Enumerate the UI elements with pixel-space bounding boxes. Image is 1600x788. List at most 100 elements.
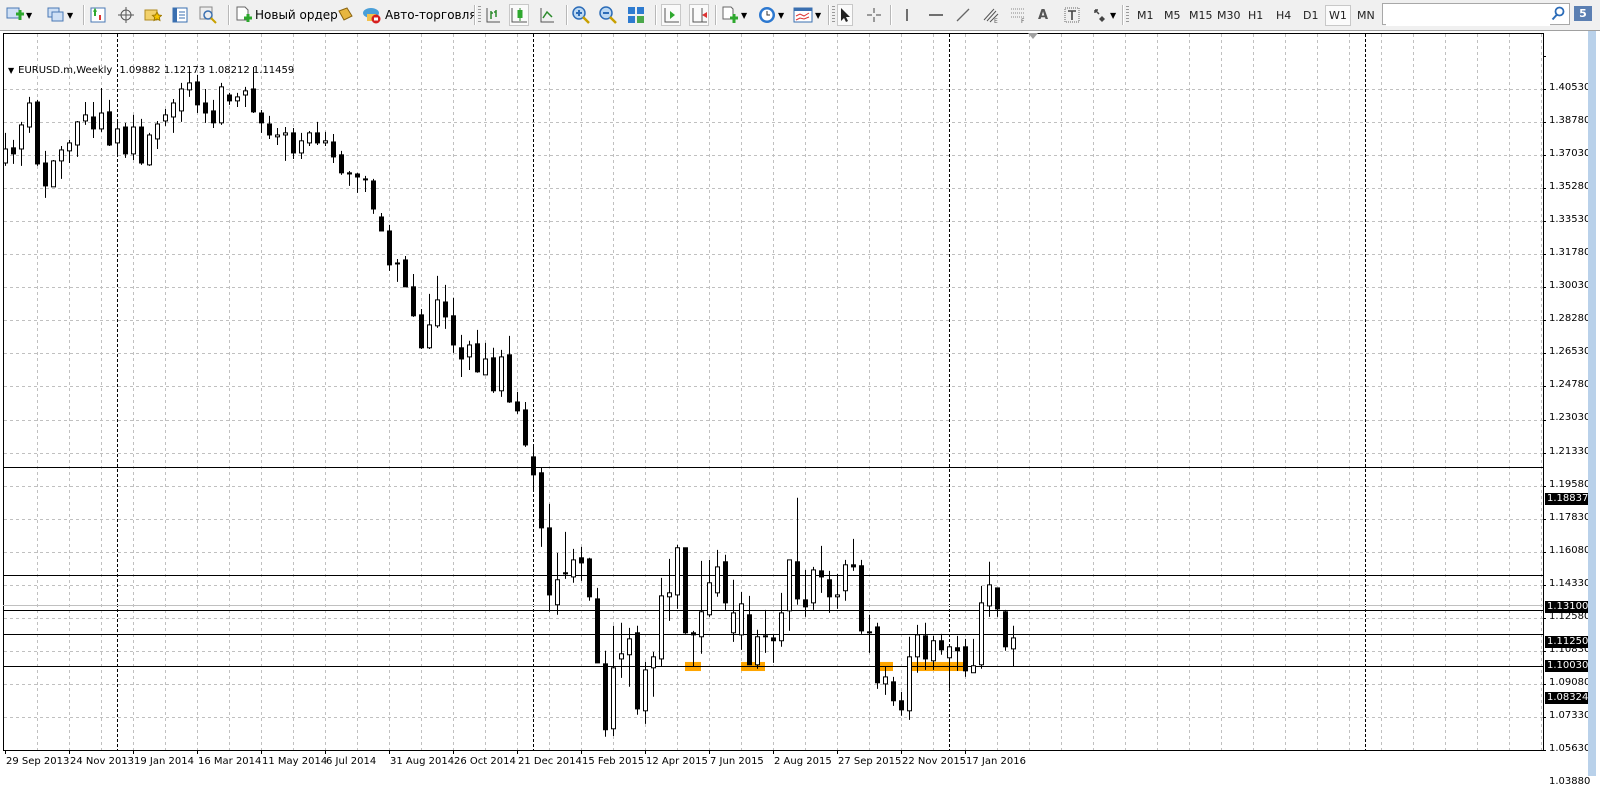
trendline-button[interactable] [955, 5, 971, 25]
navigator-button[interactable] [118, 5, 134, 25]
timeframe-d1[interactable]: D1 [1300, 8, 1321, 24]
candle-bullish [435, 299, 440, 327]
strategy-tester-button[interactable] [199, 5, 217, 25]
zoom-in-icon [572, 6, 590, 24]
timeframe-w1[interactable]: W1 [1325, 5, 1351, 26]
horizontal-line-icon [929, 14, 943, 16]
candle-bearish [859, 565, 864, 632]
candle-bearish [539, 472, 544, 529]
time-tick-label: 29 Sep 2013 [6, 756, 70, 767]
terminal-button[interactable] [172, 5, 188, 25]
text-button[interactable]: A [1038, 5, 1048, 25]
price-tick-label: 1.35280 [1549, 180, 1591, 192]
zoom-in-button[interactable] [572, 5, 590, 25]
candle-bearish [603, 663, 608, 731]
level-price-label: 1.13100 [1545, 600, 1589, 613]
candle-bearish [515, 401, 520, 412]
candle-bearish [531, 456, 536, 476]
indicators-button[interactable]: ▼ [721, 5, 747, 25]
terminal-icon [172, 7, 188, 23]
candlesticks-button[interactable] [509, 4, 529, 26]
candle-bullish [99, 112, 104, 130]
candle-bullish [243, 90, 248, 96]
svg-text:E: E [994, 18, 998, 24]
candle-bearish [459, 347, 464, 360]
timeframe-m1[interactable]: M1 [1134, 8, 1157, 24]
candle-bearish [579, 557, 584, 564]
timeframe-h4[interactable]: H4 [1273, 8, 1294, 24]
candle-bullish [555, 579, 560, 606]
candle-bullish [787, 559, 792, 612]
auto-trading-button[interactable]: Авто-торговля [362, 5, 477, 25]
cursor-button[interactable] [837, 4, 853, 26]
auto-scroll-button[interactable] [661, 4, 681, 26]
text-label-button[interactable] [1064, 5, 1080, 25]
new-order-button[interactable]: Новый ордер [235, 5, 338, 25]
fibonacci-fan-button[interactable]: E [982, 5, 1000, 25]
periods-button[interactable]: ▼ [758, 5, 784, 25]
time-tick-label: 21 Dec 2014 [518, 756, 582, 767]
candle-bearish [763, 635, 768, 638]
chart-shift-button[interactable] [689, 4, 709, 26]
templates-icon [793, 7, 813, 23]
navigator-icon [118, 7, 134, 23]
timeframe-m5[interactable]: M5 [1161, 8, 1184, 24]
candle-bullish [947, 646, 952, 659]
timeframe-m15[interactable]: M15 [1186, 8, 1216, 24]
candle-bearish [523, 409, 528, 446]
candle-bullish [131, 126, 136, 155]
candle-bearish [635, 632, 640, 710]
candle-bullish [155, 123, 160, 140]
candle-bullish [483, 358, 488, 376]
price-tick-label: 1.17830 [1549, 511, 1591, 523]
candle-bearish [203, 102, 208, 114]
horizontal-line-button[interactable] [928, 5, 944, 25]
price-tick-label: 1.37030 [1549, 147, 1591, 159]
dropdown-arrow-icon: ▼ [67, 10, 74, 20]
search-box [1382, 3, 1570, 26]
search-icon[interactable] [1551, 6, 1565, 21]
time-tick-label: 15 Feb 2015 [582, 756, 645, 767]
candle-bearish [819, 570, 824, 578]
search-input[interactable] [1386, 6, 1550, 26]
vertical-line-button[interactable] [902, 5, 912, 25]
profiles-button[interactable]: ▼ [47, 5, 73, 25]
vertical-scrollbar[interactable] [1588, 31, 1596, 776]
timeframe-m30[interactable]: M30 [1214, 8, 1244, 24]
tile-windows-button[interactable] [627, 5, 645, 25]
metaeditor-button[interactable] [336, 5, 354, 25]
arrows-button[interactable]: ▼ [1092, 5, 1116, 25]
auto-scroll-icon [664, 8, 679, 23]
notifications-button[interactable]: 5 [1574, 6, 1592, 21]
market-watch-icon [90, 7, 106, 23]
level-price-label: 1.08324 [1545, 691, 1589, 704]
candle-bullish [187, 82, 192, 91]
chart-menu-triangle-icon[interactable]: ▼ [8, 66, 14, 75]
candle-bearish [963, 646, 968, 672]
candle-bullish [979, 602, 984, 666]
fibonacci-retracement-button[interactable]: F [1010, 5, 1028, 25]
candle-bullish [1011, 637, 1016, 650]
timeframe-mn[interactable]: MN [1354, 8, 1378, 24]
zoom-out-button[interactable] [599, 5, 617, 25]
chart-window[interactable]: ▼ EURUSD.m,Weekly 1.09882 1.12173 1.0821… [0, 31, 1600, 787]
candle-bearish [123, 126, 128, 155]
candle-bearish [339, 154, 344, 174]
candle-bullish [163, 114, 168, 122]
line-chart-button[interactable] [539, 5, 555, 25]
price-tick-label: 1.05630 [1549, 742, 1591, 754]
text-label-icon [1064, 7, 1080, 23]
timeframe-h1[interactable]: H1 [1245, 8, 1266, 24]
bar-chart-button[interactable] [485, 5, 501, 25]
candle-bearish [595, 598, 600, 664]
candle-bearish [851, 564, 856, 568]
favorites-button[interactable] [144, 5, 162, 25]
templates-button[interactable]: ▼ [793, 5, 821, 25]
crosshair-button[interactable] [866, 5, 882, 25]
dropdown-arrow-icon: ▼ [741, 10, 748, 20]
new-chart-button[interactable]: ▼ [6, 5, 32, 25]
text-icon: A [1038, 7, 1049, 23]
crosshair-icon [867, 8, 881, 22]
strategy-tester-icon [199, 6, 217, 24]
market-watch-button[interactable] [90, 5, 106, 25]
